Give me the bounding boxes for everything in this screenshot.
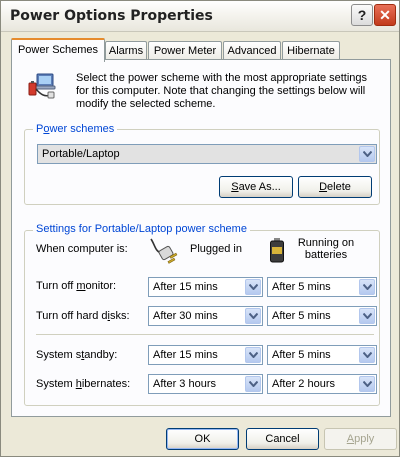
turn-off-hard-disks-label: Turn off hard disks:	[36, 310, 130, 322]
tab-power-schemes[interactable]: Power Schemes	[11, 38, 105, 62]
chevron-down-icon[interactable]	[359, 146, 375, 162]
chevron-down-icon[interactable]	[245, 279, 261, 295]
battery-icon	[269, 237, 285, 263]
when-computer-is-label: When computer is:	[36, 243, 128, 255]
chevron-down-icon[interactable]	[359, 308, 375, 324]
chevron-down-icon[interactable]	[359, 279, 375, 295]
monitor-battery-select[interactable]: After 5 mins	[267, 277, 377, 297]
delete-button[interactable]: Delete	[298, 176, 372, 198]
chevron-down-icon[interactable]	[245, 308, 261, 324]
apply-button[interactable]: Apply	[324, 428, 397, 450]
hibernates-battery-value: After 2 hours	[272, 378, 335, 390]
hibernates-plugged-value: After 3 hours	[153, 378, 216, 390]
chevron-down-icon[interactable]	[359, 347, 375, 363]
ok-button[interactable]: OK	[166, 428, 239, 450]
standby-battery-value: After 5 mins	[272, 349, 331, 361]
hard-disks-battery-value: After 5 mins	[272, 310, 331, 322]
system-standby-label: System standby:	[36, 349, 118, 361]
tab-power-meter[interactable]: Power Meter	[148, 41, 222, 60]
power-options-dialog: Power Options Properties ? ✕ Power Schem…	[0, 0, 400, 457]
power-schemes-legend: Power schemes	[33, 123, 118, 136]
standby-battery-select[interactable]: After 5 mins	[267, 345, 377, 365]
settings-legend: Settings for Portable/Laptop power schem…	[33, 223, 250, 236]
intro-text: Select the power scheme with the most ap…	[76, 72, 368, 110]
cancel-button[interactable]: Cancel	[246, 428, 319, 450]
hard-disks-battery-select[interactable]: After 5 mins	[267, 306, 377, 326]
standby-plugged-value: After 15 mins	[153, 349, 218, 361]
plugged-in-label: Plugged in	[190, 243, 242, 255]
monitor-plugged-select[interactable]: After 15 mins	[148, 277, 263, 297]
window-title: Power Options Properties	[10, 8, 213, 24]
tab-hibernate[interactable]: Hibernate	[282, 41, 340, 60]
settings-separator	[36, 334, 374, 335]
power-scheme-value: Portable/Laptop	[42, 148, 120, 160]
turn-off-monitor-label: Turn off monitor:	[36, 280, 117, 292]
close-button[interactable]: ✕	[374, 4, 396, 26]
help-button[interactable]: ?	[351, 4, 373, 26]
hibernates-battery-select[interactable]: After 2 hours	[267, 374, 377, 394]
plug-icon	[149, 235, 181, 265]
chevron-down-icon[interactable]	[359, 376, 375, 392]
hard-disks-plugged-value: After 30 mins	[153, 310, 218, 322]
tab-alarms[interactable]: Alarms	[105, 41, 147, 60]
chevron-down-icon[interactable]	[245, 347, 261, 363]
power-scheme-icon	[27, 71, 57, 101]
save-as-button[interactable]: Save As...	[219, 176, 293, 198]
tab-advanced[interactable]: Advanced	[223, 41, 281, 60]
power-scheme-select[interactable]: Portable/Laptop	[37, 144, 377, 164]
hibernates-plugged-select[interactable]: After 3 hours	[148, 374, 263, 394]
monitor-battery-value: After 5 mins	[272, 281, 331, 293]
chevron-down-icon[interactable]	[245, 376, 261, 392]
standby-plugged-select[interactable]: After 15 mins	[148, 345, 263, 365]
title-bar[interactable]: Power Options Properties ? ✕	[1, 1, 399, 32]
hard-disks-plugged-select[interactable]: After 30 mins	[148, 306, 263, 326]
running-on-batteries-label: Running on batteries	[297, 237, 355, 261]
system-hibernates-label: System hibernates:	[36, 378, 131, 390]
monitor-plugged-value: After 15 mins	[153, 281, 218, 293]
